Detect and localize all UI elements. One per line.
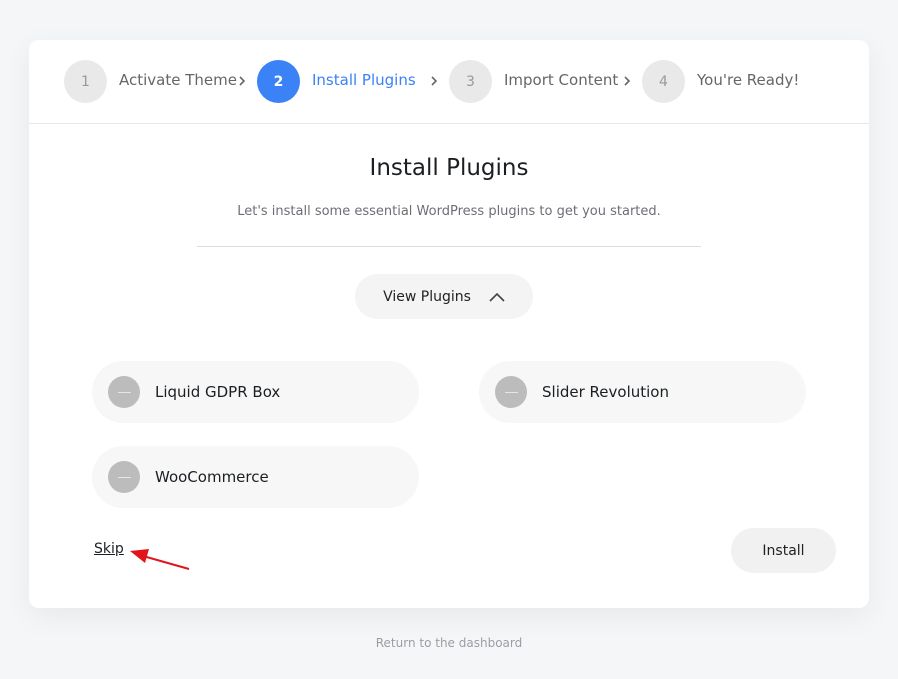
page-title: Install Plugins — [369, 155, 529, 181]
step-2-label[interactable]: Install Plugins — [312, 71, 416, 89]
step-3-circle[interactable]: 3 — [449, 60, 492, 103]
step-1-circle[interactable]: 1 — [64, 60, 107, 103]
chevron-right-icon — [431, 76, 438, 86]
plugin-name: WooCommerce — [155, 468, 269, 486]
minus-icon[interactable] — [108, 376, 140, 408]
plugin-name: Slider Revolution — [542, 383, 669, 401]
page-subtitle: Let's install some essential WordPress p… — [237, 204, 661, 219]
view-plugins-button[interactable]: View Plugins — [355, 274, 533, 319]
minus-icon[interactable] — [495, 376, 527, 408]
divider — [197, 246, 701, 247]
plugin-item-liquid-gdpr-box[interactable]: Liquid GDPR Box — [92, 361, 419, 423]
plugin-item-slider-revolution[interactable]: Slider Revolution — [479, 361, 806, 423]
steps-bar: 1 Activate Theme 2 Install Plugins 3 Imp… — [29, 40, 869, 124]
plugin-item-woocommerce[interactable]: WooCommerce — [92, 446, 419, 508]
step-2-circle[interactable]: 2 — [257, 60, 300, 103]
view-plugins-label: View Plugins — [383, 288, 471, 305]
step-3-label[interactable]: Import Content — [504, 71, 618, 89]
setup-wizard-card: 1 Activate Theme 2 Install Plugins 3 Imp… — [29, 40, 869, 608]
return-to-dashboard-link[interactable]: Return to the dashboard — [0, 636, 898, 650]
plugin-name: Liquid GDPR Box — [155, 383, 281, 401]
step-1-label[interactable]: Activate Theme — [119, 71, 237, 89]
chevron-up-icon — [489, 292, 505, 302]
chevron-right-icon — [239, 76, 246, 86]
skip-link[interactable]: Skip — [94, 541, 124, 557]
install-button[interactable]: Install — [731, 528, 836, 573]
minus-icon[interactable] — [108, 461, 140, 493]
step-4-label[interactable]: You're Ready! — [697, 71, 799, 89]
chevron-right-icon — [624, 76, 631, 86]
step-4-circle[interactable]: 4 — [642, 60, 685, 103]
